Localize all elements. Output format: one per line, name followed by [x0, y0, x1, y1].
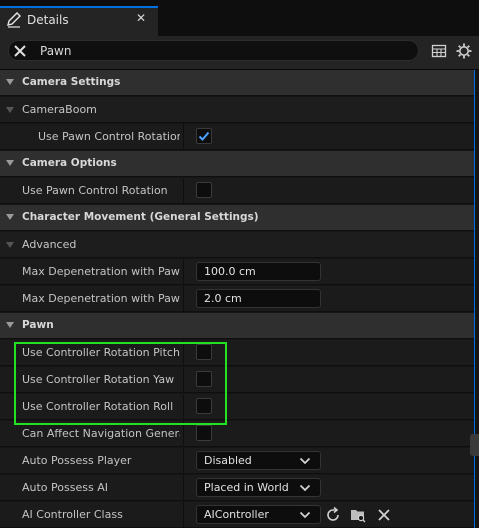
property-row: Can Affect Navigation Generat... [0, 421, 474, 447]
panel-resize-handle[interactable] [470, 434, 479, 456]
tab-details[interactable]: Details ✕ [0, 6, 158, 36]
details-toolbar [0, 36, 479, 70]
ai-controller-class-dropdown[interactable]: AIController [196, 505, 321, 524]
column-divider[interactable] [183, 394, 184, 419]
max-depenetration-pawn-field[interactable]: 100.0 cm [196, 262, 321, 281]
property-label: Use Controller Rotation Pitch [22, 346, 180, 359]
property-row: Use Pawn Control Rotation [0, 124, 474, 150]
column-divider[interactable] [183, 367, 184, 392]
max-depenetration-pawn-secondary-field[interactable]: 2.0 cm [196, 289, 321, 308]
property-label: Max Depenetration with Pawn [22, 265, 180, 278]
subobject-camera-boom[interactable]: CameraBoom [0, 97, 474, 123]
property-label: Can Affect Navigation Generat... [22, 427, 180, 440]
property-row: Use Controller Rotation Roll [0, 394, 474, 420]
use-controller-rotation-yaw-checkbox[interactable] [196, 371, 212, 387]
category-label: Pawn [22, 319, 54, 331]
collapse-arrow-icon [6, 242, 14, 248]
category-label: Camera Settings [22, 76, 121, 88]
search-input[interactable] [40, 43, 400, 58]
category-camera-settings[interactable]: Camera Settings [0, 70, 474, 96]
collapse-arrow-icon [6, 107, 14, 113]
category-label: Camera Options [22, 157, 117, 169]
collapse-arrow-icon [6, 79, 14, 85]
dropdown-value: Disabled [204, 454, 252, 467]
property-row: Auto Possess AI Placed in World [0, 475, 474, 501]
category-pawn[interactable]: Pawn [0, 313, 474, 339]
use-controller-rotation-pitch-checkbox[interactable] [196, 344, 212, 360]
close-icon[interactable] [13, 44, 27, 58]
column-divider[interactable] [183, 475, 184, 500]
dropdown-value: AIController [204, 508, 269, 521]
collapse-arrow-icon [6, 160, 14, 166]
category-character-movement[interactable]: Character Movement (General Settings) [0, 205, 474, 231]
column-divider[interactable] [183, 502, 184, 527]
chevron-down-icon [299, 457, 311, 465]
collapse-arrow-icon [6, 214, 14, 220]
property-label: Max Depenetration with Pawn... [22, 292, 180, 305]
property-row: Use Controller Rotation Pitch [0, 340, 474, 366]
property-label: Auto Possess Player [22, 454, 132, 467]
collapse-arrow-icon [6, 322, 14, 328]
category-camera-options[interactable]: Camera Options [0, 151, 474, 177]
checkmark-icon [198, 131, 210, 141]
column-divider[interactable] [183, 448, 184, 473]
column-divider[interactable] [183, 286, 184, 311]
property-label: Auto Possess AI [22, 481, 108, 494]
column-divider[interactable] [183, 178, 184, 203]
property-row: AI Controller Class AIController [0, 502, 474, 528]
gear-icon[interactable] [455, 42, 473, 60]
tab-bar: Details ✕ [0, 0, 479, 36]
auto-possess-player-dropdown[interactable]: Disabled [196, 451, 321, 470]
chevron-down-icon [299, 511, 311, 519]
dropdown-value: Placed in World [204, 481, 289, 494]
search-box [8, 40, 419, 61]
can-affect-navigation-checkbox[interactable] [196, 425, 212, 441]
tab-close-icon[interactable]: ✕ [136, 11, 146, 25]
reset-arrow-icon[interactable] [325, 506, 341, 523]
use-controller-rotation-roll-checkbox[interactable] [196, 398, 212, 414]
camera-use-pawn-control-rotation-checkbox[interactable] [196, 182, 212, 198]
property-label: AI Controller Class [22, 508, 123, 521]
column-divider[interactable] [183, 259, 184, 284]
auto-possess-ai-dropdown[interactable]: Placed in World [196, 478, 321, 497]
property-row: Max Depenetration with Pawn... 2.0 cm [0, 286, 474, 312]
property-label: Use Pawn Control Rotation [38, 130, 180, 143]
clear-icon[interactable] [376, 507, 392, 523]
column-divider[interactable] [183, 421, 184, 446]
property-row: Auto Possess Player Disabled [0, 448, 474, 474]
category-label: Character Movement (General Settings) [22, 211, 259, 223]
column-divider[interactable] [183, 340, 184, 365]
use-pawn-control-rotation-checkbox[interactable] [196, 128, 212, 144]
property-row: Use Controller Rotation Yaw [0, 367, 474, 393]
subobject-label: CameraBoom [22, 103, 97, 116]
edit-pencil-icon [5, 11, 23, 29]
property-label: Use Pawn Control Rotation [22, 184, 168, 197]
property-row: Use Pawn Control Rotation [0, 178, 474, 204]
property-label: Use Controller Rotation Yaw [22, 373, 175, 386]
chevron-down-icon [299, 484, 311, 492]
property-label: Use Controller Rotation Roll [22, 400, 174, 413]
panel-border [474, 70, 475, 528]
column-divider[interactable] [183, 124, 184, 149]
tab-title: Details [27, 13, 69, 27]
browse-folder-icon[interactable] [350, 507, 366, 523]
grid-table-icon[interactable] [430, 42, 448, 60]
property-row: Max Depenetration with Pawn 100.0 cm [0, 259, 474, 285]
advanced-group[interactable]: Advanced [0, 232, 474, 258]
advanced-label: Advanced [22, 238, 77, 251]
